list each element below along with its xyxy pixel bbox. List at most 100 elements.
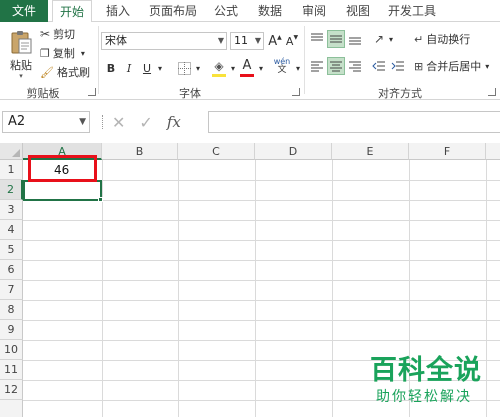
alignment-group-label: 对齐方式 — [378, 87, 422, 100]
column-header-b[interactable]: B — [102, 143, 178, 160]
tab-developer[interactable]: 开发工具 — [384, 0, 440, 22]
font-launcher-icon[interactable] — [292, 88, 300, 96]
format-painter-button[interactable]: 🖌 格式刷 — [40, 64, 90, 80]
row-header-5[interactable]: 5 — [0, 240, 23, 260]
decrease-indent-button[interactable] — [370, 57, 388, 75]
clipboard-launcher-icon[interactable] — [88, 88, 96, 96]
font-size-select[interactable]: 11 ▼ — [230, 32, 264, 50]
font-name-select[interactable]: 宋体 ▼ — [101, 32, 227, 50]
name-box[interactable]: A2 ▼ — [2, 111, 90, 133]
gridline — [255, 160, 256, 417]
underline-dropdown-icon[interactable]: ▾ — [155, 59, 165, 77]
column-header-overflow — [486, 143, 500, 160]
fill-color-dropdown-icon[interactable]: ▾ — [228, 59, 238, 77]
fill-handle[interactable] — [98, 197, 103, 202]
tab-formulas[interactable]: 公式 — [208, 0, 244, 22]
row-header-3[interactable]: 3 — [0, 200, 23, 220]
gridline — [23, 320, 500, 321]
watermark-subtitle: 助你轻松解决 — [376, 389, 472, 405]
caret-down-icon: ▼ — [293, 33, 299, 41]
paste-button[interactable]: 粘贴 ▾ — [6, 26, 36, 82]
ribbon-divider — [304, 26, 305, 94]
clipboard-group-label: 剪贴板 — [26, 87, 60, 100]
tab-home[interactable]: 开始 — [52, 0, 92, 23]
font-color-dropdown-icon[interactable]: ▾ — [256, 59, 266, 77]
underline-button[interactable]: U — [140, 59, 154, 77]
shrink-font-button[interactable]: A ▼ — [285, 32, 299, 50]
merge-dropdown-icon: ▾ — [485, 61, 490, 71]
row-header-12[interactable]: 12 — [0, 380, 23, 400]
row-header-10[interactable]: 10 — [0, 340, 23, 360]
active-cell-a2[interactable] — [23, 180, 102, 201]
wrap-text-label: 自动换行 — [426, 33, 471, 46]
column-header-c[interactable]: C — [178, 143, 255, 160]
formula-input[interactable] — [208, 111, 500, 133]
confirm-icon[interactable]: ✓ — [139, 113, 152, 132]
tab-file[interactable]: 文件 — [0, 0, 48, 22]
phonetic-button[interactable]: wén 文 — [270, 56, 294, 76]
border-dropdown-icon[interactable]: ▾ — [193, 59, 203, 77]
tab-insert[interactable]: 插入 — [100, 0, 136, 22]
wrap-text-button[interactable]: ↵ 自动换行 — [414, 30, 470, 48]
row-header-11[interactable]: 11 — [0, 360, 23, 380]
paste-dropdown-icon: ▾ — [19, 72, 23, 80]
chevron-down-icon: ▼ — [79, 117, 86, 127]
align-bottom-button[interactable] — [346, 30, 364, 48]
phonetic-dropdown-icon[interactable]: ▾ — [294, 59, 302, 77]
gridline — [23, 260, 500, 261]
align-left-button[interactable] — [308, 57, 326, 75]
gridline — [23, 240, 500, 241]
increase-indent-button[interactable] — [389, 57, 407, 75]
caret-up-icon: ▲ — [277, 33, 282, 41]
row-header-4[interactable]: 4 — [0, 220, 23, 240]
italic-button[interactable]: I — [122, 59, 136, 77]
alignment-launcher-icon[interactable] — [488, 88, 496, 96]
insert-function-icon[interactable]: fx — [167, 113, 181, 131]
grow-font-icon: A — [268, 33, 278, 49]
merge-center-button[interactable]: ⊞ 合并后居中 ▾ — [414, 57, 489, 75]
row-header-6[interactable]: 6 — [0, 260, 23, 280]
cut-button[interactable]: ✂ 剪切 — [40, 26, 75, 42]
cancel-icon[interactable]: ✕ — [112, 113, 125, 132]
column-header-d[interactable]: D — [255, 143, 332, 160]
row-header-1[interactable]: 1 — [0, 160, 23, 180]
copy-icon: ❐ — [40, 46, 50, 60]
align-top-button[interactable] — [308, 30, 326, 48]
border-button[interactable] — [176, 60, 192, 76]
align-middle-icon — [330, 35, 342, 43]
gridline — [178, 160, 179, 417]
orientation-dropdown-icon[interactable]: ▾ — [387, 30, 395, 48]
tab-data[interactable]: 数据 — [252, 0, 288, 22]
copy-dropdown-icon: ▾ — [80, 48, 85, 58]
fill-color-button[interactable]: ◈ — [211, 58, 227, 74]
row-header-9[interactable]: 9 — [0, 320, 23, 340]
align-center-icon — [330, 61, 342, 72]
orientation-button[interactable]: ↗ — [370, 30, 388, 48]
grow-font-button[interactable]: A ▲ — [268, 32, 282, 50]
tab-page-layout[interactable]: 页面布局 — [145, 0, 201, 22]
select-all-button[interactable] — [0, 143, 23, 160]
align-right-button[interactable] — [346, 57, 364, 75]
column-header-e[interactable]: E — [332, 143, 409, 160]
row-header-8[interactable]: 8 — [0, 300, 23, 320]
align-middle-button[interactable] — [327, 30, 345, 48]
font-name-value: 宋体 — [105, 34, 127, 47]
cut-label: 剪切 — [53, 28, 76, 41]
tab-review[interactable]: 审阅 — [296, 0, 332, 22]
align-center-button[interactable] — [327, 57, 345, 75]
bold-button[interactable]: B — [104, 59, 118, 77]
gridline — [332, 160, 333, 417]
row-header-2[interactable]: 2 — [0, 180, 23, 200]
row-header-7[interactable]: 7 — [0, 280, 23, 300]
ribbon-home: 粘贴 ▾ ✂ 剪切 ❐ 复制 ▾ 🖌 格式刷 剪贴板 宋体 ▼ 11 ▼ A ▲ … — [0, 22, 500, 100]
align-bottom-icon — [349, 37, 361, 45]
column-header-f[interactable]: F — [409, 143, 486, 160]
font-color-button[interactable]: A — [240, 57, 254, 73]
copy-button[interactable]: ❐ 复制 ▾ — [40, 45, 85, 61]
decrease-indent-icon — [372, 61, 385, 71]
fill-color-swatch — [212, 74, 226, 77]
tab-view[interactable]: 视图 — [340, 0, 376, 22]
shrink-font-icon: A — [285, 34, 294, 48]
scissors-icon: ✂ — [40, 27, 51, 41]
gridline — [23, 220, 500, 221]
